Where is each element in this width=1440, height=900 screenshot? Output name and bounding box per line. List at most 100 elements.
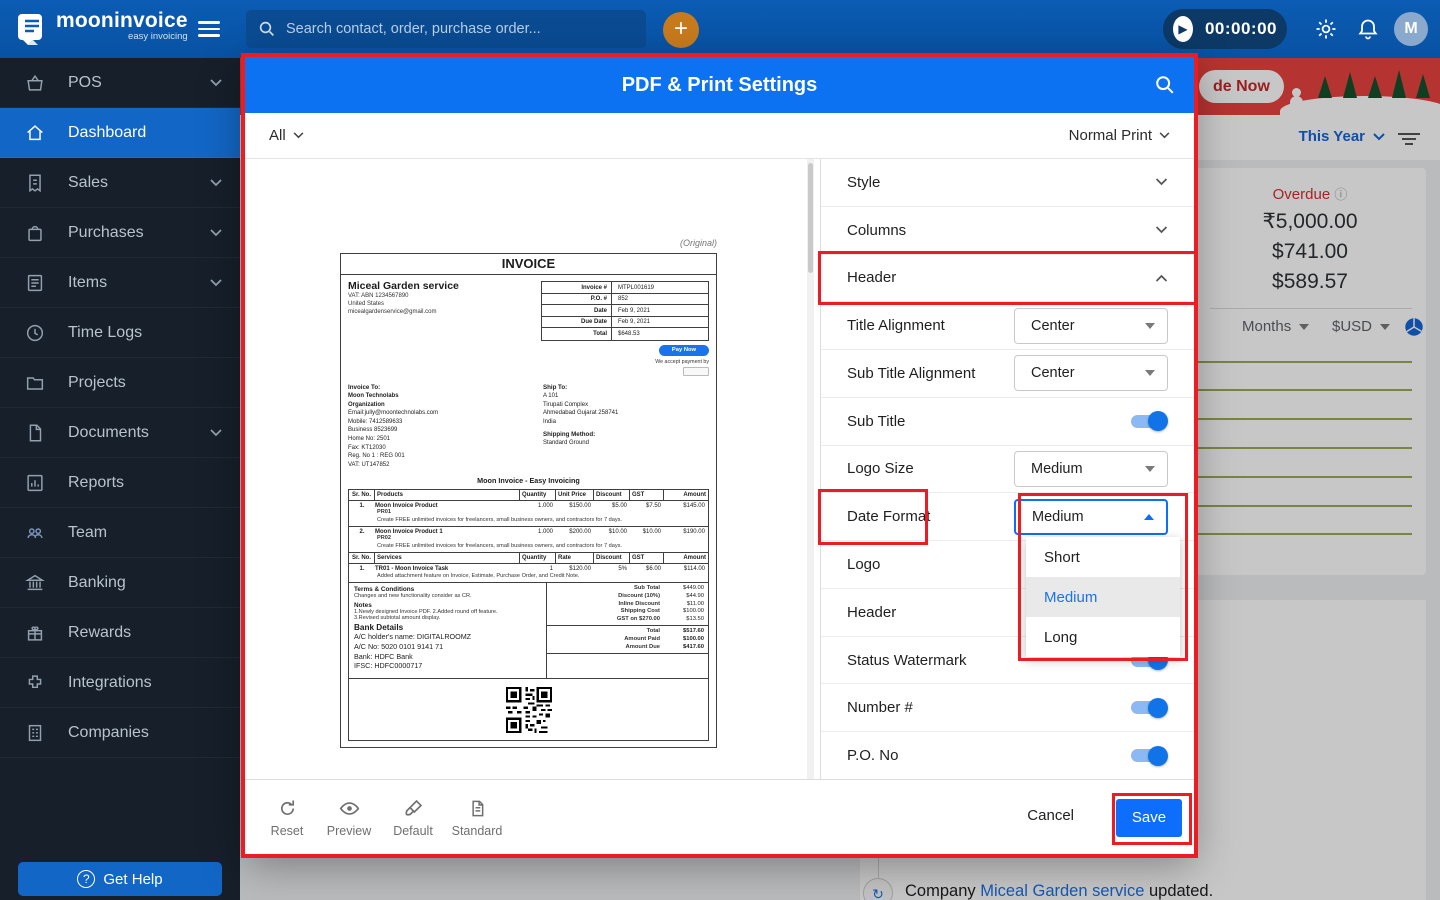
option-long[interactable]: Long <box>1026 617 1180 657</box>
add-new-button[interactable]: + <box>663 12 699 48</box>
standard-button[interactable]: Standard <box>447 798 507 838</box>
sidebar-item-label: Banking <box>68 573 126 591</box>
qr-code <box>505 686 552 733</box>
list-icon <box>27 274 43 291</box>
time-tracker[interactable]: ▶ 00:00:00 <box>1163 9 1287 49</box>
reset-button[interactable]: Reset <box>257 798 317 838</box>
settings-gear-icon[interactable] <box>1314 17 1338 46</box>
option-short[interactable]: Short <box>1026 537 1180 577</box>
setting-label: Status Watermark <box>847 651 967 669</box>
accordion-label: Header <box>847 269 897 287</box>
get-help-button[interactable]: ? Get Help <box>18 862 222 896</box>
sidebar-item-time-logs[interactable]: Time Logs <box>0 308 240 358</box>
reset-icon <box>280 800 294 815</box>
sidebar-item-reports[interactable]: Reports <box>0 458 240 508</box>
invoice-addresses: Invoice To: Moon Technolabs Organization… <box>341 381 716 473</box>
chevron-down-icon <box>210 229 222 237</box>
folder-icon <box>26 376 44 390</box>
sidebar-item-dashboard[interactable]: Dashboard <box>0 108 240 158</box>
product-row: 2. Moon Invoice Product 1 1.000 $200.00 $10.… <box>359 529 705 550</box>
pay-now-button: Pay Now <box>659 345 709 356</box>
sidebar-item-items[interactable]: Items <box>0 258 240 308</box>
receipt-icon <box>29 173 41 192</box>
products-table: Sr. No. Products Quantity Unit Price Discoun… <box>348 489 709 554</box>
sidebar-item-team[interactable]: Team <box>0 508 240 558</box>
sidebar-item-documents[interactable]: Documents <box>0 408 240 458</box>
sidebar-item-integrations[interactable]: Integrations <box>0 658 240 708</box>
po-no-toggle[interactable] <box>1131 745 1168 766</box>
chevron-down-icon <box>210 279 222 287</box>
reset-label: Reset <box>270 824 304 838</box>
play-icon[interactable]: ▶ <box>1173 16 1193 42</box>
settings-panel: Style Columns Header Title Alignment Cen… <box>820 159 1194 779</box>
preview-button[interactable]: Preview <box>319 798 379 838</box>
screen: mooninvoice easy invoicing + ▶ 00:00:00 … <box>0 0 1440 900</box>
modal-filter-row: All Normal Print <box>245 113 1194 159</box>
search-icon <box>259 21 274 36</box>
sidebar-item-label: Companies <box>68 723 149 741</box>
chevron-down-icon <box>210 79 222 87</box>
date-format-select[interactable]: Medium <box>1014 498 1168 535</box>
setting-label: Number # <box>847 699 913 717</box>
user-avatar[interactable]: M <box>1394 12 1428 46</box>
modal-search-icon[interactable] <box>1154 74 1176 96</box>
print-mode-dropdown[interactable]: Normal Print <box>1069 127 1170 144</box>
date-format-dropdown-menu: Short Medium Long <box>1026 537 1180 657</box>
file-icon <box>29 423 42 442</box>
chevron-up-icon <box>1144 513 1154 520</box>
sidebar-item-label: Items <box>68 273 108 291</box>
get-help-label: Get Help <box>103 870 163 888</box>
product-row: 1. Moon Invoice Product 1.000 $150.00 $5.00 $… <box>349 501 708 528</box>
sidebar-item-rewards[interactable]: Rewards <box>0 608 240 658</box>
brush-icon <box>405 799 422 816</box>
qr-section <box>348 679 709 742</box>
top-bar: mooninvoice easy invoicing + ▶ 00:00:00 … <box>0 0 1440 58</box>
save-button[interactable]: Save <box>1116 799 1182 837</box>
default-button[interactable]: Default <box>383 798 443 838</box>
sidebar-item-label: Rewards <box>68 623 132 641</box>
setting-label: Sub Title <box>847 412 906 430</box>
sidebar-item-projects[interactable]: Projects <box>0 358 240 408</box>
setting-sub-title: Sub Title <box>821 398 1194 446</box>
app-logo-icon <box>14 11 50 47</box>
setting-po-no: P.O. No <box>821 732 1194 779</box>
bar-chart-icon <box>27 474 43 491</box>
ship-to-block: Ship To: A 101 Tirupati Complex Ahmedaba… <box>542 384 619 447</box>
number-toggle[interactable] <box>1131 697 1168 718</box>
totals-section: Terms & Conditions Changes and new funct… <box>348 583 709 680</box>
setting-label: Date Format <box>847 508 931 526</box>
option-medium[interactable]: Medium <box>1026 577 1180 617</box>
eye-icon <box>339 802 359 815</box>
global-search[interactable] <box>246 10 646 48</box>
invoice-meta-table: Invoice # MTPL001619 P.O. #852 Date Feb 9,… <box>541 281 709 341</box>
accordion-columns[interactable]: Columns <box>821 207 1194 255</box>
invoice-tagline: Moon Invoice - Easy Invoicing <box>477 476 580 486</box>
setting-label: Header <box>847 603 897 621</box>
sidebar-item-companies[interactable]: Companies <box>0 708 240 758</box>
menu-toggle-icon[interactable] <box>198 17 220 41</box>
invoice-to-block: Invoice To: Moon Technolabs Organization… <box>348 384 439 468</box>
search-input[interactable] <box>286 21 626 37</box>
logo-size-select[interactable]: Medium <box>1014 450 1168 487</box>
sidebar-item-label: Projects <box>68 373 126 391</box>
chevron-down-icon <box>1159 132 1170 139</box>
sidebar-item-label: Reports <box>68 473 125 491</box>
accordion-style[interactable]: Style <box>821 159 1194 207</box>
grand-total-group: Total $517.60 Amount Paid $100.00 Amount D… <box>547 626 708 655</box>
sub-title-alignment-select[interactable]: Center <box>1014 355 1168 392</box>
sidebar-item-purchases[interactable]: Purchases <box>0 208 240 258</box>
sub-title-toggle[interactable] <box>1131 411 1168 432</box>
notifications-bell-icon[interactable] <box>1356 17 1380 46</box>
sidebar-item-sales[interactable]: Sales <box>0 158 240 208</box>
print-mode-value: Normal Print <box>1068 127 1152 144</box>
invoice-head-area: Miceal Garden service VAT: ABN 123456789… <box>341 275 716 381</box>
sidebar-item-pos[interactable]: POS <box>0 58 240 108</box>
preview-scrollbar[interactable] <box>807 159 814 779</box>
document-type-dropdown[interactable]: All <box>269 127 304 144</box>
cancel-button[interactable]: Cancel <box>1027 807 1074 824</box>
sidebar-item-banking[interactable]: Banking <box>0 558 240 608</box>
title-alignment-select[interactable]: Center <box>1014 307 1168 344</box>
chevron-up-icon <box>1155 274 1168 282</box>
accordion-header[interactable]: Header <box>821 255 1194 303</box>
modal-footer: Reset Preview Default Standard Cancel Sa… <box>245 779 1194 854</box>
